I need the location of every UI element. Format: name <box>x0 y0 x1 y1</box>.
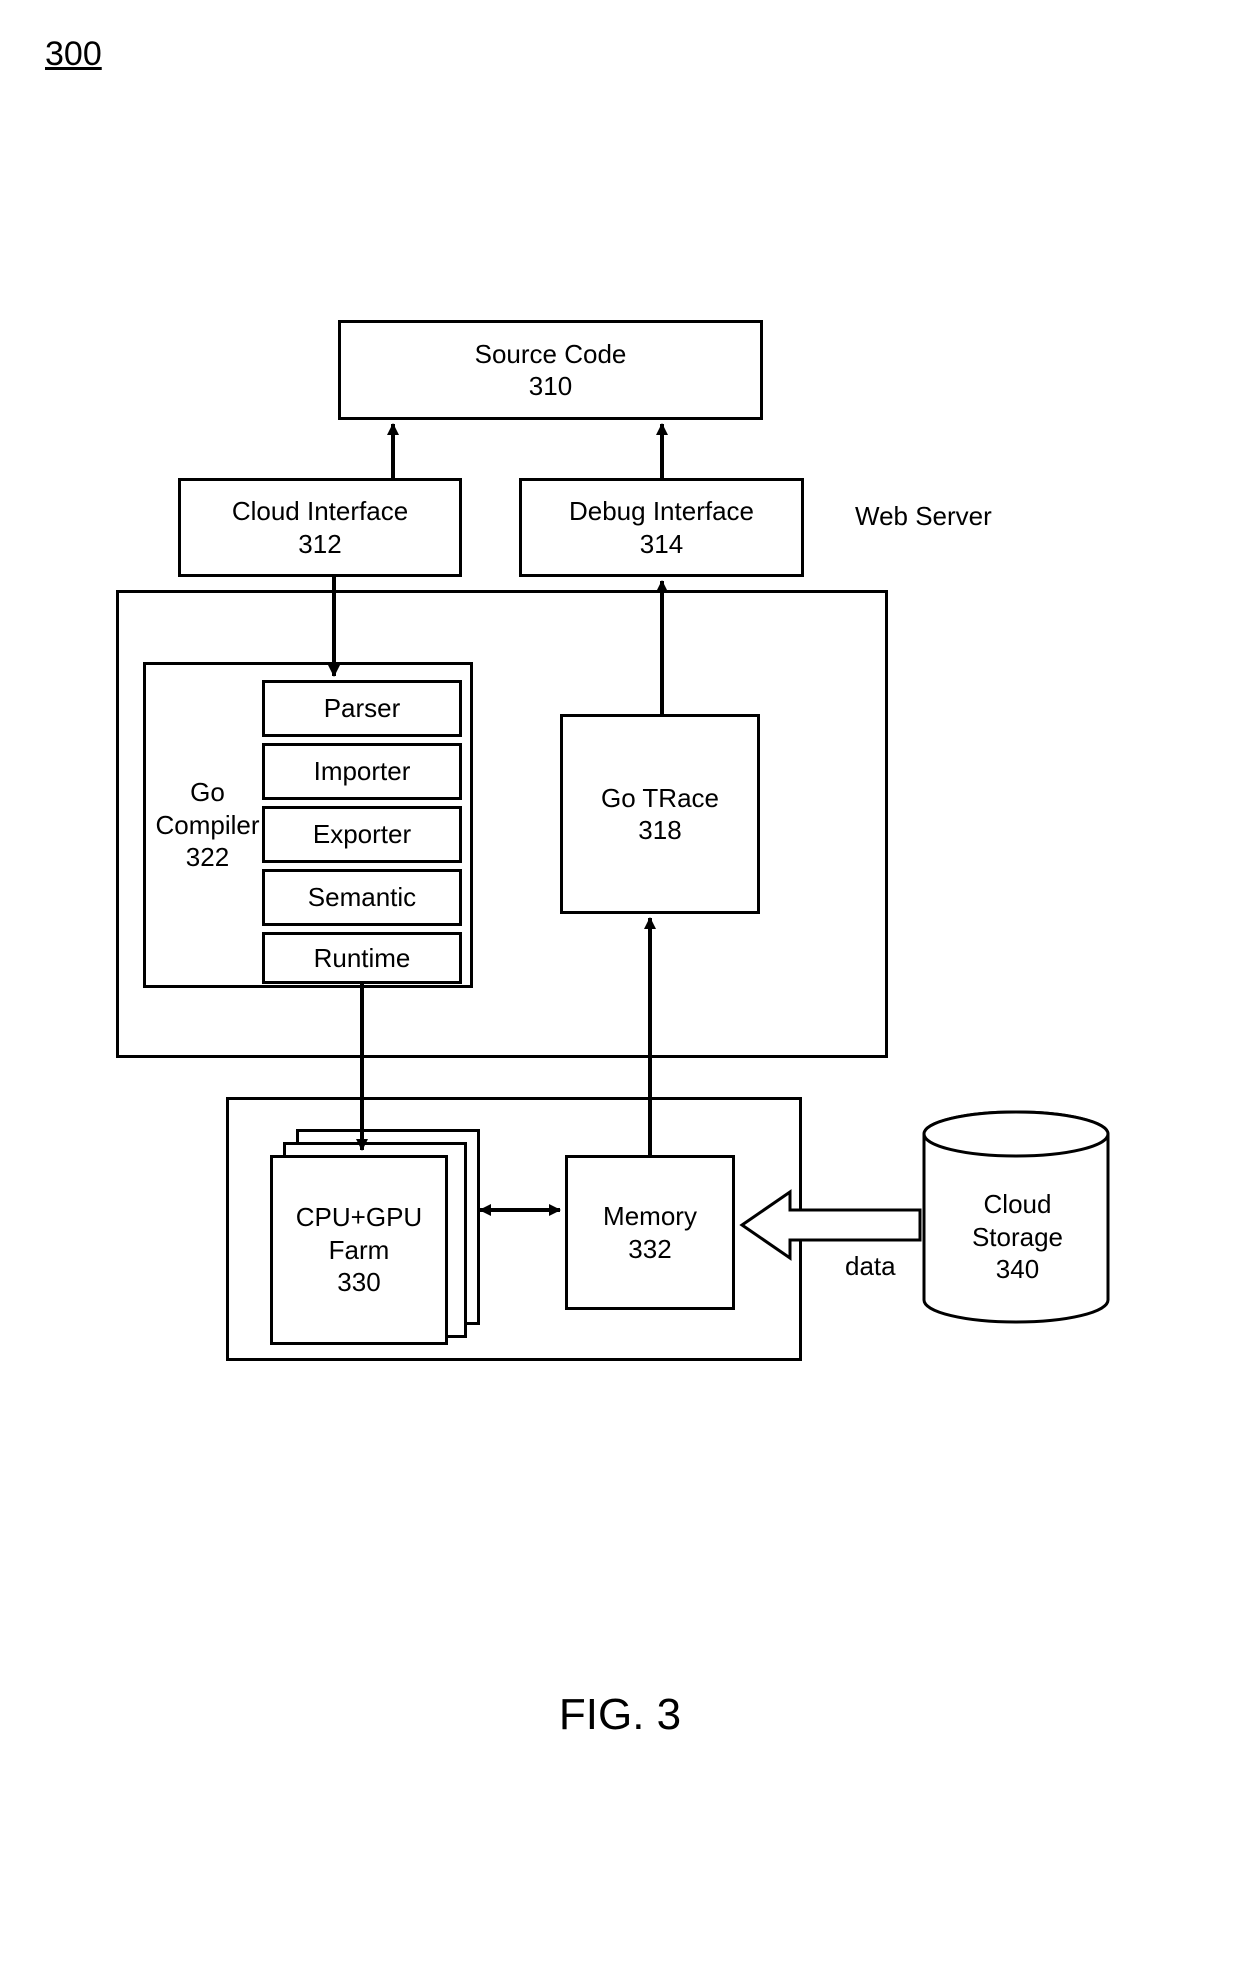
figure-title: FIG. 3 <box>0 1690 1240 1740</box>
go-trace-title: Go TRace <box>601 782 719 815</box>
figure-number: 300 <box>45 35 102 74</box>
source-code-title: Source Code <box>475 338 627 371</box>
box-cloud-interface: Cloud Interface 312 <box>178 478 462 577</box>
debug-interface-title: Debug Interface <box>569 495 754 528</box>
stage-semantic: Semantic <box>262 869 462 926</box>
stage-parser-label: Parser <box>324 692 401 725</box>
go-compiler-title-2: Compiler <box>150 809 265 842</box>
go-compiler-title-1: Go <box>150 776 265 809</box>
cpu-gpu-title-1: CPU+GPU <box>296 1201 422 1234</box>
stage-runtime-label: Runtime <box>314 942 411 975</box>
box-source-code: Source Code 310 <box>338 320 763 420</box>
cloud-storage-label: Cloud Storage 340 <box>960 1188 1075 1286</box>
diagram-canvas: 300 Source Code 310 Cloud Interface 312 … <box>0 0 1240 1981</box>
cloud-interface-num: 312 <box>298 528 341 561</box>
box-go-trace: Go TRace 318 <box>560 714 760 914</box>
stage-importer-label: Importer <box>314 755 411 788</box>
cpu-gpu-num: 330 <box>337 1266 380 1299</box>
cloud-storage-num: 340 <box>960 1253 1075 1286</box>
cloud-storage-title-2: Storage <box>960 1221 1075 1254</box>
box-cpu-gpu-farm: CPU+GPU Farm 330 <box>270 1155 448 1345</box>
box-debug-interface: Debug Interface 314 <box>519 478 804 577</box>
memory-num: 332 <box>628 1233 671 1266</box>
box-memory: Memory 332 <box>565 1155 735 1310</box>
memory-title: Memory <box>603 1200 697 1233</box>
stage-exporter: Exporter <box>262 806 462 863</box>
data-label: data <box>845 1250 896 1283</box>
stage-importer: Importer <box>262 743 462 800</box>
go-trace-num: 318 <box>638 814 681 847</box>
cpu-gpu-title-2: Farm <box>329 1234 390 1267</box>
cloud-interface-title: Cloud Interface <box>232 495 408 528</box>
debug-interface-num: 314 <box>640 528 683 561</box>
go-compiler-num: 322 <box>150 841 265 874</box>
stage-runtime: Runtime <box>262 932 462 984</box>
stage-exporter-label: Exporter <box>313 818 411 851</box>
stage-semantic-label: Semantic <box>308 881 416 914</box>
cloud-storage-title-1: Cloud <box>960 1188 1075 1221</box>
go-compiler-label: Go Compiler 322 <box>150 776 265 874</box>
source-code-num: 310 <box>529 370 572 403</box>
stage-parser: Parser <box>262 680 462 737</box>
web-server-label: Web Server <box>855 500 992 533</box>
